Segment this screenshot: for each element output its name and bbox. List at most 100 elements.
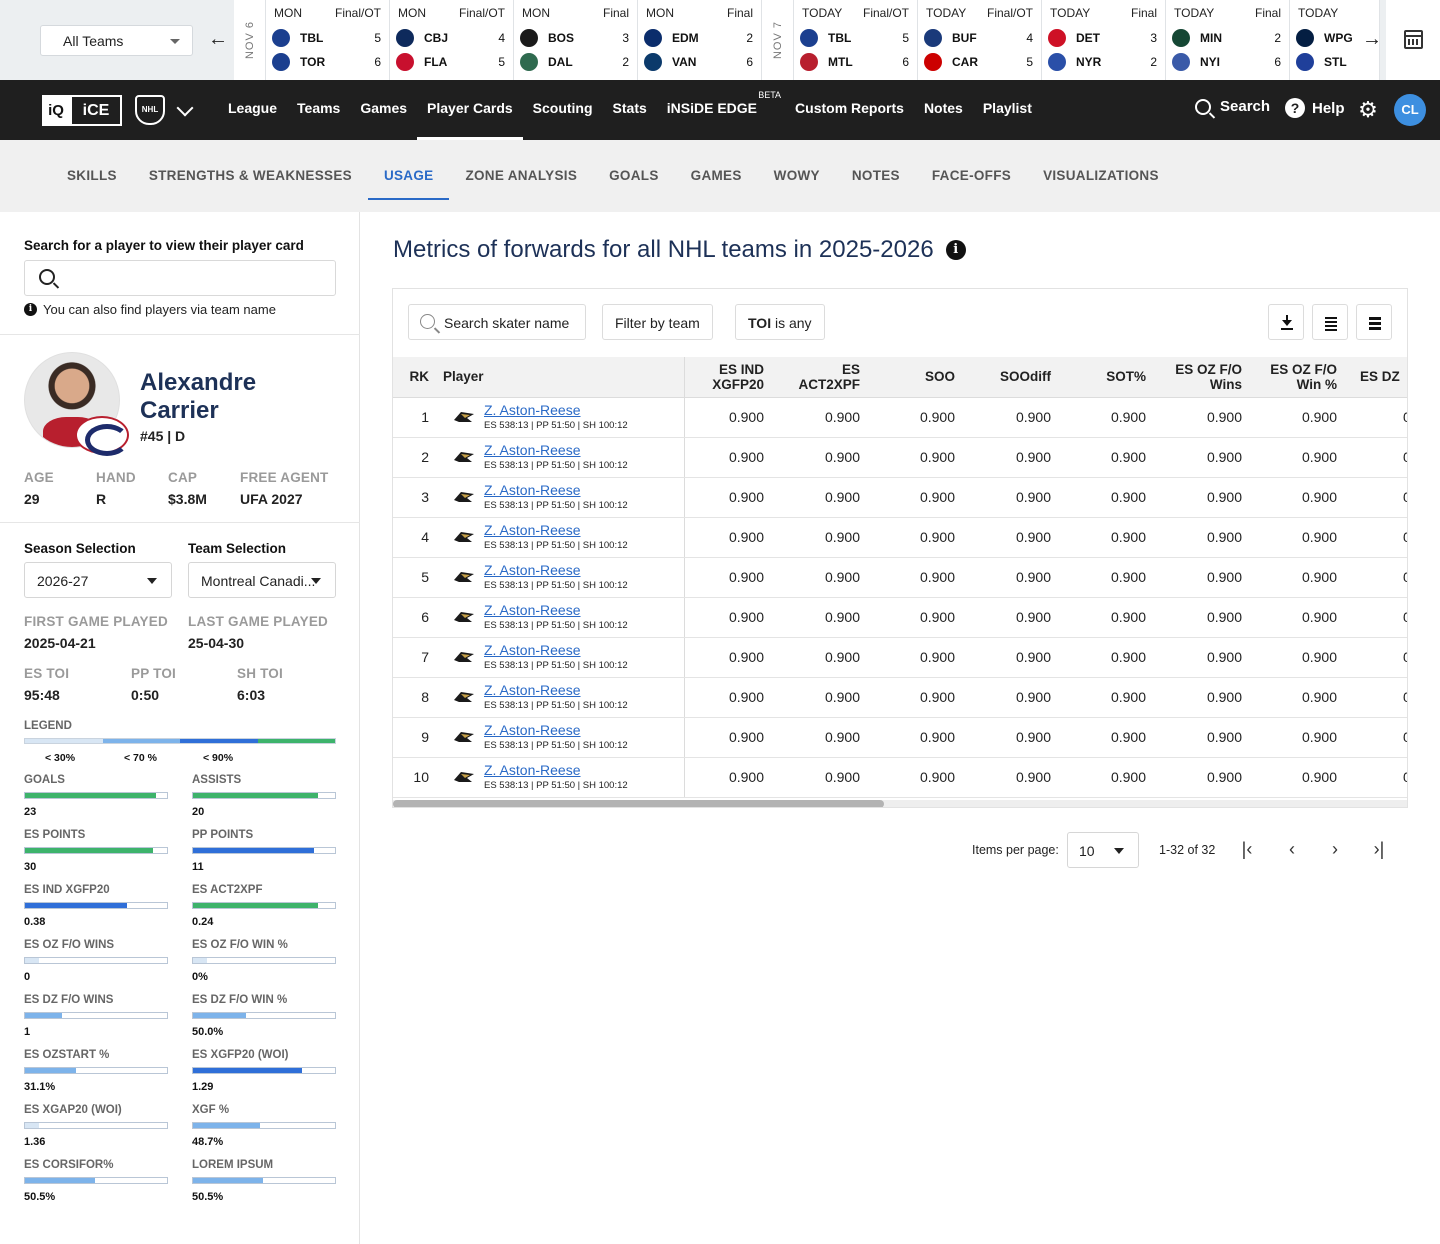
filter-by-team-button[interactable]: Filter by team bbox=[602, 304, 713, 340]
column-header[interactable]: ES ACT2XPF bbox=[779, 357, 875, 398]
nav-link-custom-reports[interactable]: Custom Reports bbox=[785, 80, 914, 140]
tab-goals[interactable]: GOALS bbox=[593, 140, 675, 212]
table-row[interactable]: 7 Z. Aston-Reese ES 538:13 | PP 51:50 | SH… bbox=[393, 637, 1407, 678]
column-header[interactable]: ES IND XGFP20 bbox=[684, 357, 779, 398]
table-row[interactable]: 8 Z. Aston-Reese ES 538:13 | PP 51:50 | SH… bbox=[393, 677, 1407, 718]
nav-link-stats[interactable]: Stats bbox=[603, 80, 657, 140]
tab-visualizations[interactable]: VISUALIZATIONS bbox=[1027, 140, 1175, 212]
table-row[interactable]: 6 Z. Aston-Reese ES 538:13 | PP 51:50 | SH… bbox=[393, 597, 1407, 638]
column-header[interactable]: SOT% bbox=[1066, 357, 1161, 398]
game-card[interactable]: TODAY Final DET 3 NYR 2 bbox=[1042, 0, 1166, 80]
tab-notes[interactable]: NOTES bbox=[836, 140, 916, 212]
tab-face-offs[interactable]: FACE-OFFS bbox=[916, 140, 1027, 212]
game-card[interactable]: TODAY Final/OT BUF 4 CAR 5 bbox=[918, 0, 1042, 80]
horizontal-scrollbar[interactable] bbox=[393, 800, 1407, 807]
team-filter-select[interactable]: All Teams bbox=[40, 25, 193, 56]
items-per-page-select[interactable]: 10 bbox=[1067, 832, 1139, 868]
season-select[interactable]: 2026-27 bbox=[24, 562, 172, 598]
nav-link-notes[interactable]: Notes bbox=[914, 80, 973, 140]
metric-cell: 0.900 bbox=[1161, 637, 1257, 678]
player-link[interactable]: Z. Aston-Reese bbox=[484, 402, 581, 418]
game-card[interactable]: MON Final EDM 2 VAN 6 bbox=[638, 0, 762, 80]
column-header[interactable]: ES OZ F/O Wins bbox=[1161, 357, 1257, 398]
game-card[interactable]: MON Final/OT TBL 5 TOR 6 bbox=[266, 0, 390, 80]
player-link[interactable]: Z. Aston-Reese bbox=[484, 722, 581, 738]
gear-icon[interactable]: ⚙ bbox=[1358, 99, 1378, 121]
player-link[interactable]: Z. Aston-Reese bbox=[484, 442, 581, 458]
toi-filter-key: TOI bbox=[748, 315, 772, 331]
metric-bar bbox=[192, 792, 336, 799]
nav-link-teams[interactable]: Teams bbox=[287, 80, 350, 140]
metric-name: ES DZ F/O WIN % bbox=[192, 994, 288, 1006]
table-row[interactable]: 2 Z. Aston-Reese ES 538:13 | PP 51:50 | SH… bbox=[393, 437, 1407, 478]
previous-page-icon[interactable]: ‹ bbox=[1281, 839, 1303, 861]
table-row[interactable]: 10 Z. Aston-Reese ES 538:13 | PP 51:50 | S… bbox=[393, 757, 1407, 798]
game-card[interactable]: TODAY Final/OT TBL 5 MTL 6 bbox=[794, 0, 918, 80]
team-logo-icon bbox=[1296, 29, 1314, 47]
tab-games[interactable]: GAMES bbox=[675, 140, 758, 212]
nav-link-inside-edge[interactable]: iNSiDE EDGE BETA bbox=[657, 80, 785, 140]
metric-es-xgap20-woi-: ES XGAP20 (WOI) 1.36 bbox=[24, 1104, 168, 1148]
last-page-icon[interactable]: ›| bbox=[1368, 839, 1390, 861]
nav-search-button[interactable]: Search bbox=[1195, 98, 1270, 115]
player-link[interactable]: Z. Aston-Reese bbox=[484, 522, 581, 538]
tab-strengths-weaknesses[interactable]: STRENGTHS & WEAKNESSES bbox=[133, 140, 368, 212]
player-link[interactable]: Z. Aston-Reese bbox=[484, 762, 581, 778]
column-header[interactable]: ES OZ F/O Win % bbox=[1257, 357, 1352, 398]
game-card[interactable]: MON Final BOS 3 DAL 2 bbox=[514, 0, 638, 80]
player-link[interactable]: Z. Aston-Reese bbox=[484, 562, 581, 578]
skater-search-input[interactable]: Search skater name bbox=[408, 304, 586, 340]
scrollbar-thumb[interactable] bbox=[393, 800, 884, 807]
player-link[interactable]: Z. Aston-Reese bbox=[484, 642, 581, 658]
team-select[interactable]: Montreal Canadi... bbox=[188, 562, 336, 598]
user-avatar[interactable]: CL bbox=[1394, 94, 1426, 126]
nav-link-league[interactable]: League bbox=[218, 80, 287, 140]
density-compact-icon[interactable] bbox=[1356, 304, 1392, 340]
nhl-shield-icon[interactable]: NHL bbox=[135, 95, 165, 125]
table-row[interactable]: 1 Z. Aston-Reese ES 538:13 | PP 51:50 | SH… bbox=[393, 397, 1407, 438]
column-header[interactable]: RK bbox=[393, 357, 443, 398]
brand-logo[interactable]: iQ iCE bbox=[42, 95, 122, 126]
nav-link-scouting[interactable]: Scouting bbox=[523, 80, 603, 140]
player-link[interactable]: Z. Aston-Reese bbox=[484, 602, 581, 618]
column-header[interactable]: SOO bbox=[875, 357, 970, 398]
player-link[interactable]: Z. Aston-Reese bbox=[484, 482, 581, 498]
nav-link-player-cards[interactable]: Player Cards bbox=[417, 80, 523, 140]
metric-es-corsifor-: ES CORSIFOR% 50.5% bbox=[24, 1159, 168, 1203]
game-card[interactable]: TODAY Final MIN 2 NYI 6 bbox=[1166, 0, 1290, 80]
download-icon[interactable] bbox=[1268, 304, 1304, 340]
table-row[interactable]: 9 Z. Aston-Reese ES 538:13 | PP 51:50 | SH… bbox=[393, 717, 1407, 758]
nav-help-button[interactable]: ? Help bbox=[1285, 98, 1345, 118]
tab-usage[interactable]: USAGE bbox=[367, 140, 450, 212]
metric-cell: 0.900 bbox=[1066, 397, 1161, 438]
table-row[interactable]: 5 Z. Aston-Reese ES 538:13 | PP 51:50 | SH… bbox=[393, 557, 1407, 598]
toi-filter-button[interactable]: TOI is any bbox=[735, 304, 825, 340]
team-logo-icon bbox=[644, 53, 662, 71]
nav-link-games[interactable]: Games bbox=[350, 80, 417, 140]
arrow-right-icon[interactable]: → bbox=[1358, 26, 1386, 54]
player-link[interactable]: Z. Aston-Reese bbox=[484, 682, 581, 698]
column-header[interactable]: ES DZ bbox=[1352, 357, 1407, 398]
tab-zone-analysis[interactable]: ZONE ANALYSIS bbox=[449, 140, 593, 212]
nav-link-playlist[interactable]: Playlist bbox=[973, 80, 1042, 140]
metric-value: 20 bbox=[192, 806, 205, 818]
chevron-down-icon[interactable] bbox=[176, 99, 194, 117]
game-day: MON bbox=[646, 6, 674, 20]
column-header[interactable]: Player bbox=[443, 357, 685, 398]
next-page-icon[interactable]: › bbox=[1324, 839, 1346, 861]
metric-goals: GOALS 23 bbox=[24, 774, 168, 818]
nav-link-label: iNSiDE EDGE bbox=[666, 100, 758, 116]
density-comfortable-icon[interactable] bbox=[1312, 304, 1348, 340]
first-page-icon[interactable]: |‹ bbox=[1236, 839, 1258, 861]
tab-skills[interactable]: SKILLS bbox=[51, 140, 133, 212]
game-team-row: NYR 2 bbox=[1048, 51, 1157, 73]
game-card[interactable]: MON Final/OT CBJ 4 FLA 5 bbox=[390, 0, 514, 80]
column-header[interactable]: SOOdiff bbox=[970, 357, 1066, 398]
tab-wowy[interactable]: WOWY bbox=[758, 140, 836, 212]
table-row[interactable]: 3 Z. Aston-Reese ES 538:13 | PP 51:50 | SH… bbox=[393, 477, 1407, 518]
arrow-left-icon[interactable]: ← bbox=[204, 26, 232, 54]
player-search-input[interactable] bbox=[24, 260, 336, 296]
table-row[interactable]: 4 Z. Aston-Reese ES 538:13 | PP 51:50 | SH… bbox=[393, 517, 1407, 558]
calendar-button[interactable] bbox=[1386, 0, 1440, 80]
info-icon[interactable]: i bbox=[945, 240, 966, 260]
